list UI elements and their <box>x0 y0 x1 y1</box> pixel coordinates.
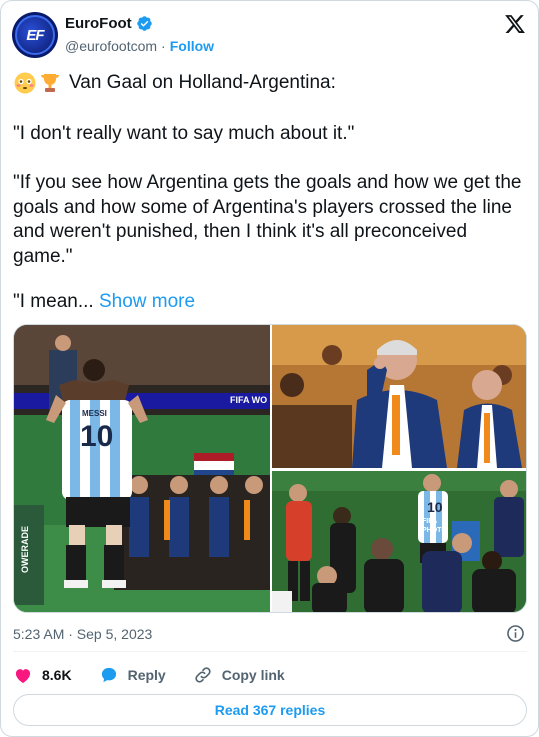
media-grid[interactable]: MESSI 10 FIFA WO OWERADE 10 FIFA PHOTO <box>13 324 527 613</box>
author-handle[interactable]: @eurofootcom <box>65 38 157 54</box>
reply-label: Reply <box>127 667 166 683</box>
reply-button[interactable]: Reply <box>99 665 166 685</box>
x-logo-icon[interactable] <box>504 13 526 35</box>
confrontation-photo-art <box>272 471 526 612</box>
player-jersey-number: 10 <box>427 499 443 515</box>
info-icon[interactable] <box>506 624 525 643</box>
author-name-row: EuroFoot <box>65 15 153 32</box>
show-more-link[interactable]: Show more <box>99 291 195 312</box>
tweet-actions: 8.6K Reply Copy link <box>13 663 312 687</box>
reply-bubble-icon <box>101 667 116 683</box>
powerade-board-text: OWERADE <box>20 526 30 573</box>
copy-link-label: Copy link <box>221 667 285 683</box>
trophy-emoji-icon <box>41 74 59 93</box>
like-button[interactable]: 8.6K <box>13 665 72 685</box>
tweet-line-1: Van Gaal on Holland-Argentina: <box>13 71 336 96</box>
author-name[interactable]: EuroFoot <box>65 15 132 32</box>
tweet-quote-3: "I mean... Show more <box>13 290 195 315</box>
heart-icon <box>15 669 31 683</box>
avatar-ring: EF <box>15 15 55 55</box>
fifa-board-text: FIFA WO <box>230 395 268 405</box>
divider <box>13 651 527 652</box>
separator-dot: · <box>161 38 166 54</box>
messi-photo-art <box>14 325 270 612</box>
messi-celebration-photo[interactable]: MESSI 10 FIFA WO OWERADE <box>14 325 270 612</box>
tweet-line-1-text: Van Gaal on Holland-Argentina: <box>69 72 336 93</box>
tweet-quote-3-text: "I mean... <box>13 291 94 312</box>
van-gaal-photo-art <box>272 325 526 468</box>
flushed-face-emoji-icon <box>14 72 36 94</box>
van-gaal-photo[interactable] <box>272 325 526 468</box>
link-icon <box>195 667 211 683</box>
read-replies-button[interactable]: Read 367 replies <box>13 694 527 726</box>
messi-jersey-name: MESSI <box>82 409 107 418</box>
messi-jersey-number: 10 <box>80 420 114 453</box>
verified-badge-icon <box>136 16 152 31</box>
copy-link-button[interactable]: Copy link <box>193 665 285 685</box>
tweet-card: EF EuroFoot @eurofootcom · Follow Van Ga… <box>0 0 539 737</box>
tweet-timestamp[interactable]: 5:23 AM · Sep 5, 2023 <box>13 626 152 642</box>
argentina-players-confrontation-photo[interactable]: 10 FIFA PHOTO <box>272 471 526 612</box>
follow-button[interactable]: Follow <box>170 38 214 54</box>
tweet-quote-2: "If you see how Argentina gets the goals… <box>13 172 522 267</box>
author-handle-row: @eurofootcom · Follow <box>65 38 214 54</box>
like-count: 8.6K <box>42 667 72 683</box>
avatar-monogram: EF <box>26 26 44 44</box>
tweet-quote-1: "I don't really want to say much about i… <box>13 123 355 144</box>
fifa-photo-bib-text: FIFA PHOTO <box>422 518 447 534</box>
avatar[interactable]: EF <box>12 12 58 58</box>
